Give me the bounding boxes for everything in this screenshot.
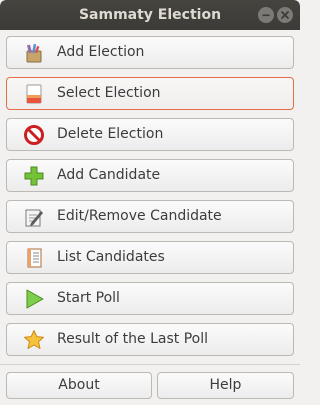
add-icon: [24, 166, 44, 186]
about-button[interactable]: About: [6, 372, 152, 399]
window-title: Sammaty Election: [78, 7, 222, 23]
delete-election-button[interactable]: Delete Election: [6, 118, 294, 151]
add-candidate-label: Add Candidate: [57, 167, 161, 183]
minimize-icon: [262, 14, 270, 17]
start-poll-button[interactable]: Start Poll: [6, 282, 294, 315]
select-election-icon: [26, 84, 42, 104]
play-icon: [26, 289, 44, 309]
add-candidate-button[interactable]: Add Candidate: [6, 159, 294, 192]
edit-icon: [25, 209, 43, 227]
add-election-button[interactable]: Add Election: [6, 36, 294, 69]
add-election-icon: [26, 43, 42, 63]
list-candidates-button[interactable]: List Candidates: [6, 241, 294, 274]
add-election-label: Add Election: [57, 44, 145, 60]
edit-remove-candidate-label: Edit/Remove Candidate: [57, 208, 222, 224]
result-last-poll-button[interactable]: Result of the Last Poll: [6, 323, 294, 356]
footer-separator: [0, 364, 300, 365]
close-button[interactable]: [277, 7, 293, 23]
select-election-label: Select Election: [57, 85, 161, 101]
minimize-button[interactable]: [258, 7, 274, 23]
select-election-button[interactable]: Select Election: [6, 77, 294, 110]
edit-remove-candidate-button[interactable]: Edit/Remove Candidate: [6, 200, 294, 233]
list-icon: [27, 248, 42, 268]
start-poll-label: Start Poll: [57, 290, 120, 306]
delete-icon: [24, 125, 44, 145]
star-icon: [24, 330, 44, 349]
help-button[interactable]: Help: [157, 372, 294, 399]
app-window: Sammaty Election Add Election Select Ele…: [0, 0, 300, 405]
delete-election-label: Delete Election: [57, 126, 164, 142]
close-icon: [281, 11, 289, 19]
title-bar[interactable]: Sammaty Election: [0, 0, 300, 30]
result-last-poll-label: Result of the Last Poll: [57, 331, 208, 347]
list-candidates-label: List Candidates: [57, 249, 165, 265]
